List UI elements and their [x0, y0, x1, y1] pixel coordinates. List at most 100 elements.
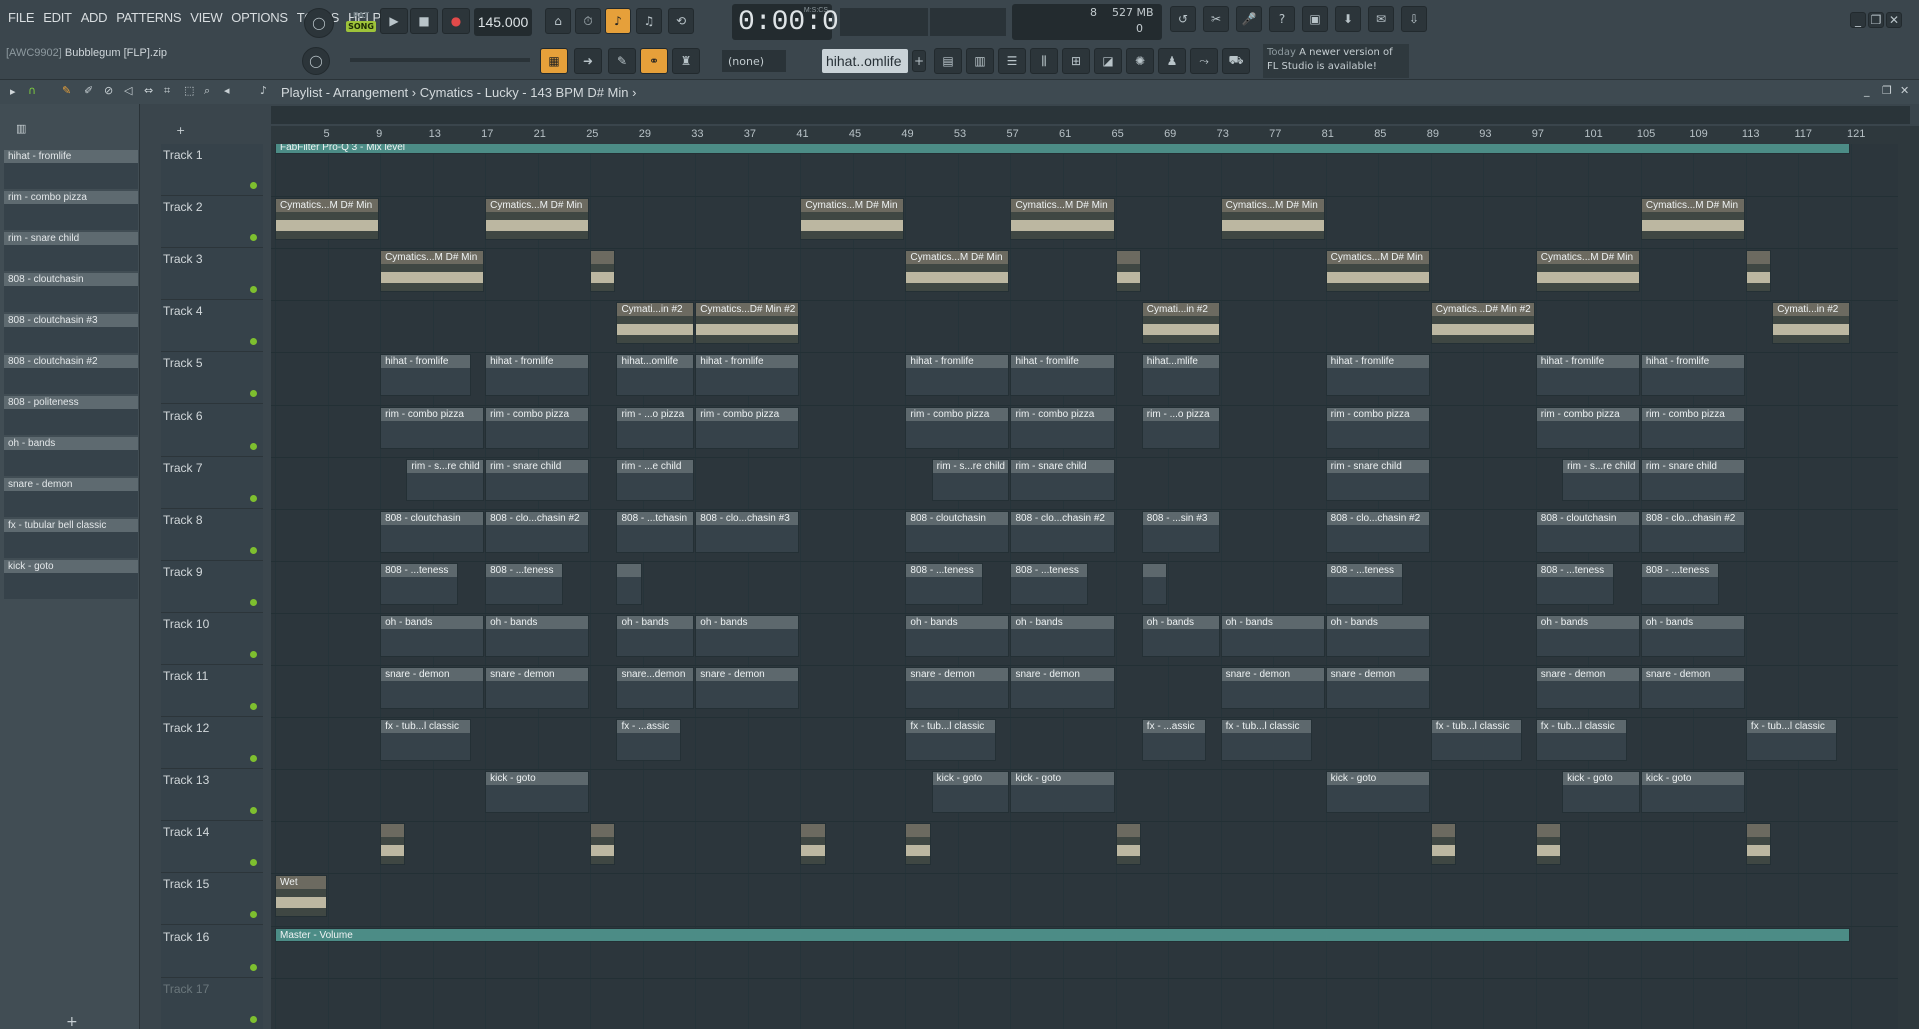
audio-clip[interactable]	[800, 823, 826, 866]
pattern-clip[interactable]: rim - snare child	[485, 458, 590, 501]
channel-rack-icon[interactable]: ☰	[998, 48, 1026, 74]
snap-selector[interactable]: (none)	[722, 50, 786, 72]
audio-clip[interactable]	[380, 823, 406, 866]
track-header[interactable]: Track 13	[161, 769, 263, 822]
render-icon[interactable]: ⬇	[1335, 6, 1361, 32]
pattern-clip[interactable]: oh - bands	[485, 614, 590, 657]
audio-clip[interactable]: Cymatics...D# Min #2	[1430, 302, 1535, 345]
audio-clip[interactable]: Cymatics...M D# Min	[1640, 198, 1745, 241]
track-active-led[interactable]	[250, 494, 257, 502]
browser-pattern-item[interactable]: oh - bands	[4, 437, 138, 476]
pattern-clip[interactable]: oh - bands	[695, 614, 800, 657]
pattern-clip[interactable]: hihat - fromlife	[1010, 354, 1115, 397]
download-icon[interactable]: ⇩	[1401, 6, 1427, 32]
pattern-clip[interactable]: fx - tub...l classic	[380, 719, 471, 762]
pattern-clip[interactable]: fx - tub...l classic	[905, 719, 997, 762]
menu-options[interactable]: OPTIONS	[231, 10, 288, 25]
person-icon[interactable]: ♟	[1158, 48, 1186, 74]
step-edit-icon[interactable]: ♪	[605, 8, 631, 34]
pattern-clip[interactable]: rim - snare child	[1010, 458, 1115, 501]
audio-clip[interactable]: Cymatics...M D# Min	[1535, 250, 1640, 293]
export-icon[interactable]: ⤳	[1190, 48, 1218, 74]
delete-tool-icon[interactable]: ⊘	[104, 84, 113, 97]
audio-clip[interactable]: Cymatics...M D# Min	[1325, 250, 1430, 293]
track-active-led[interactable]	[250, 338, 257, 346]
plugin-icon[interactable]: ◪	[1094, 48, 1122, 74]
metronome-icon[interactable]: ⌂	[545, 8, 571, 34]
piano-icon[interactable]: ▥	[16, 122, 26, 135]
slip-tool-icon[interactable]: ⇔	[144, 84, 153, 97]
pattern-clip[interactable]: fx - tub...l classic	[1430, 719, 1522, 762]
pattern-clip[interactable]: snare - demon	[380, 667, 485, 709]
pattern-clip[interactable]: fx - tub...l classic	[1220, 719, 1312, 762]
pencil-icon[interactable]: ✎	[608, 48, 636, 74]
track-active-led[interactable]	[250, 390, 257, 398]
pattern-clip[interactable]: rim - combo pizza	[905, 406, 1010, 449]
track-active-led[interactable]	[250, 1015, 257, 1023]
pattern-clip[interactable]: kick - goto	[485, 771, 590, 814]
piano-roll-icon[interactable]: ▥	[966, 48, 994, 74]
playlist-icon[interactable]: ▦	[540, 48, 568, 74]
audio-clip[interactable]	[1430, 823, 1456, 866]
track-active-led[interactable]	[250, 442, 257, 450]
pattern-clip[interactable]: fx - ...assic	[1141, 719, 1207, 762]
playlist-maximize-icon[interactable]: ❐	[1882, 84, 1892, 97]
browser-pattern-item[interactable]: kick - goto	[4, 560, 138, 599]
pattern-clip[interactable]: rim - s...re child	[931, 458, 1010, 501]
pattern-clip[interactable]: rim - combo pizza	[1535, 406, 1640, 449]
microphone-icon[interactable]: 🎤	[1236, 6, 1262, 32]
menu-file[interactable]: FILE	[8, 10, 35, 25]
track-header[interactable]: Track 6	[161, 405, 263, 457]
stop-button[interactable]: ■	[410, 8, 438, 34]
track-active-led[interactable]	[250, 911, 257, 919]
audio-clip[interactable]	[905, 823, 931, 866]
pattern-clip[interactable]: snare - demon	[1010, 667, 1115, 709]
arrow-icon[interactable]: ➜	[574, 48, 602, 74]
pattern-clip[interactable]: rim - snare child	[1325, 458, 1430, 501]
audio-clip[interactable]	[1535, 823, 1562, 866]
audio-clip[interactable]: Cymatics...M D# Min	[380, 250, 485, 293]
pattern-clip[interactable]: snare - demon	[1640, 667, 1745, 709]
pattern-clip[interactable]: snare - demon	[1535, 667, 1640, 709]
browser-pattern-item[interactable]: rim - combo pizza	[4, 191, 138, 230]
pattern-clip[interactable]: 808 - ...sin #3	[1141, 510, 1220, 553]
track-active-led[interactable]	[250, 963, 257, 971]
audio-clip[interactable]	[1115, 250, 1141, 293]
pattern-clip[interactable]: snare - demon	[695, 667, 800, 709]
browser-pattern-item[interactable]: 808 - cloutchasin #2	[4, 355, 138, 394]
audio-clip[interactable]: Cymatics...M D# Min	[485, 198, 590, 241]
pattern-clip[interactable]: snare - demon	[905, 667, 1010, 709]
link-icon[interactable]: ⚭	[640, 48, 668, 74]
paint-tool-icon[interactable]: ✐	[84, 84, 93, 97]
tempo-knob-icon[interactable]: ◯	[304, 8, 334, 38]
horizontal-scrollbar[interactable]	[271, 106, 1910, 124]
stamp-icon[interactable]: ♜	[672, 48, 700, 74]
browser-pattern-item[interactable]: fx - tubular bell classic	[4, 519, 138, 558]
audio-clip[interactable]: Cymatics...M D# Min	[275, 198, 380, 241]
audio-clip[interactable]	[1745, 250, 1772, 293]
menu-edit[interactable]: EDIT	[43, 10, 72, 25]
speaker-icon[interactable]: ♪	[260, 84, 267, 97]
master-knob-icon[interactable]: ◯	[302, 47, 330, 75]
pattern-clip[interactable]: oh - bands	[380, 614, 485, 657]
pattern-clip[interactable]: 808 - ...teness	[1535, 562, 1614, 605]
track-active-led[interactable]	[250, 182, 257, 189]
browser-pattern-item[interactable]: 808 - cloutchasin #3	[4, 314, 138, 353]
playlist-close-icon[interactable]: ✕	[1900, 84, 1909, 97]
pattern-clip[interactable]: hihat - fromlife	[1535, 354, 1640, 397]
menu-patterns[interactable]: PATTERNS	[116, 10, 181, 25]
cut-tools-icon[interactable]: ✂	[1203, 6, 1229, 32]
pattern-clip[interactable]: 808 - ...teness	[485, 562, 563, 605]
track-active-led[interactable]	[250, 807, 257, 815]
pattern-clip[interactable]: oh - bands	[1220, 614, 1325, 657]
audio-clip[interactable]: Cymatics...M D# Min	[1220, 198, 1325, 241]
track-header[interactable]: Track 2	[161, 196, 263, 249]
restore-window-icon[interactable]: ❐	[1868, 12, 1884, 28]
pattern-clip[interactable]: 808 - clo...chasin #2	[1325, 510, 1430, 553]
playlist-grid[interactable]: FabFilter Pro-Q 3 - Mix level Cymatics...…	[271, 144, 1910, 1029]
pattern-clip[interactable]: 808 - clo...chasin #3	[695, 510, 800, 553]
pattern-clip[interactable]: snare - demon	[1325, 667, 1430, 709]
browser-pattern-item[interactable]: 808 - politeness	[4, 396, 138, 435]
pattern-clip[interactable]: hihat - fromlife	[1640, 354, 1745, 397]
browser-pattern-item[interactable]: snare - demon	[4, 478, 138, 517]
